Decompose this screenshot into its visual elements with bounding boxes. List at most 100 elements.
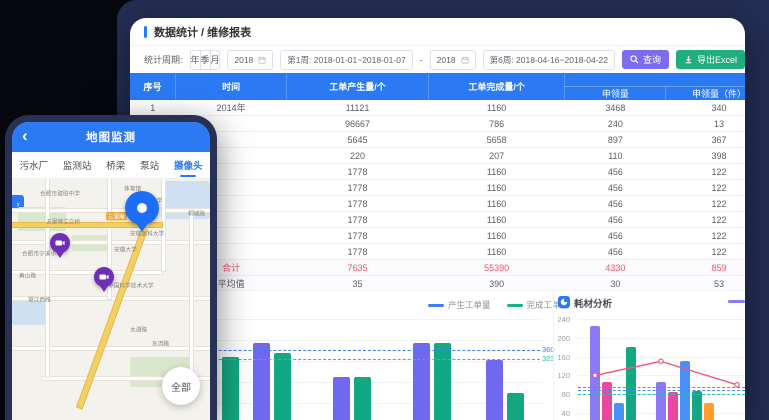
table-cell: 367	[666, 132, 745, 148]
table-cell: 1160	[428, 228, 565, 244]
table-cell: 456	[565, 244, 666, 260]
phone-tab-监测站[interactable]: 监测站	[63, 153, 92, 177]
y-axis-tick: 120	[548, 371, 570, 380]
table-row[interactable]: 5177811604561227967	[130, 164, 745, 180]
table-cell: 456	[565, 196, 666, 212]
table-row[interactable]: 7177811604561227967	[130, 196, 745, 212]
end-week-value: 第6周: 2018-04-16~2018-04-22	[490, 54, 608, 66]
start-week-input[interactable]: 第1周: 2018-01-01~2018-01-07	[280, 50, 412, 70]
table-cell: 1	[130, 100, 176, 116]
table-row[interactable]: 356455658897367124129	[130, 132, 745, 148]
map-label: 中国科学技术大学	[108, 281, 154, 290]
table-cell: 96667	[287, 116, 429, 132]
table-cell: 340	[666, 100, 745, 116]
table-row[interactable]: 9177811604561227967	[130, 228, 745, 244]
phone-tab-bar: 污水厂监测站桥梁泵站摄像头	[12, 152, 210, 179]
total-cell: 55390	[428, 260, 565, 276]
table-row[interactable]: 42202071103989019	[130, 148, 745, 164]
start-year-input[interactable]: 2018	[227, 50, 273, 70]
column-header[interactable]: 工单产生量/个	[287, 73, 429, 100]
period-option[interactable]: 月	[211, 51, 221, 69]
pin-tail	[136, 223, 148, 232]
period-option[interactable]: 季	[201, 51, 211, 69]
table-cell: 122	[666, 196, 745, 212]
table-row[interactable]: 12014年111211160346834070250	[130, 100, 745, 116]
report-table-grid: 序号时间工单产生量/个工单完成量/个耗材情况申领量申领量（件）报废量金额1201…	[130, 73, 745, 292]
table-cell: 122	[666, 228, 745, 244]
start-week-value: 第1周: 2018-01-01~2018-01-07	[287, 54, 405, 66]
search-button[interactable]: 查询	[622, 50, 669, 69]
group-header: 耗材情况	[565, 73, 745, 87]
show-all-button[interactable]: 全部	[162, 367, 200, 405]
consumables-chart: 2402001601208040	[130, 291, 745, 420]
phone-page-title: 地图监测	[86, 129, 136, 145]
sub-column-header[interactable]: 申领量	[565, 87, 666, 101]
export-button-label: 导出Excel	[697, 53, 737, 66]
table-cell: 240	[565, 116, 666, 132]
table-cell: 1160	[428, 244, 565, 260]
export-excel-button[interactable]: 导出Excel	[676, 50, 745, 69]
map-label: 三里庵	[106, 212, 127, 221]
table-cell: 456	[565, 228, 666, 244]
table-row[interactable]: 6177811604561227967	[130, 180, 745, 196]
period-option[interactable]: 年	[191, 51, 201, 69]
end-year-value: 2018	[437, 55, 456, 65]
camera-marker[interactable]	[50, 233, 70, 258]
table-cell: 1160	[428, 180, 565, 196]
table-cell: 220	[287, 148, 429, 164]
phone-tab-泵站[interactable]: 泵站	[140, 153, 159, 177]
table-cell: 2014年	[176, 100, 287, 116]
selected-location-pin[interactable]	[125, 191, 159, 225]
map-label: 桐城路	[188, 209, 205, 218]
table-cell: 456	[565, 212, 666, 228]
back-icon[interactable]: ‹	[22, 126, 28, 146]
period-segment: 年季月周日	[190, 50, 221, 70]
table-cell: 5645	[287, 132, 429, 148]
table-cell: 1778	[287, 244, 429, 260]
map-label: 东流路	[152, 339, 169, 348]
end-week-input[interactable]: 第6周: 2018-04-16~2018-04-22	[483, 50, 615, 70]
camera-marker[interactable]	[94, 267, 114, 292]
phone-screen: ‹ 地图监测 污水厂监测站桥梁泵站摄像头 › 全部 合肥市琥珀中学体育馆安徽农业…	[12, 122, 210, 420]
map-road	[190, 209, 193, 377]
column-header[interactable]: 工单完成量/个	[428, 73, 565, 100]
column-header[interactable]: 序号	[130, 73, 176, 100]
map-view[interactable]: › 全部 合肥市琥珀中学体育馆安徽农业大学桐城路五里墩立交桥三里庵安徽医科大学合…	[12, 179, 210, 420]
period-label: 统计周期:	[144, 53, 183, 66]
table-cell: 1160	[428, 212, 565, 228]
sub-column-header[interactable]: 申领量（件）	[666, 87, 745, 101]
table-cell: 456	[565, 180, 666, 196]
camera-icon	[99, 273, 109, 281]
table-cell: 456	[565, 164, 666, 180]
charts-section: 产生工单量完成工单量 360323 耗材分析 2402001601208040	[130, 290, 745, 420]
y-axis-tick: 160	[548, 353, 570, 362]
table-cell: 1778	[287, 180, 429, 196]
breadcrumb-accent-bar	[144, 26, 147, 38]
table-cell: 13	[666, 116, 745, 132]
table-cell: 122	[666, 244, 745, 260]
table-row[interactable]: 10177811604561227967	[130, 244, 745, 260]
pin-dot	[137, 203, 147, 213]
phone-app-header: ‹ 地图监测	[12, 122, 210, 152]
start-year-value: 2018	[234, 55, 253, 65]
column-header[interactable]: 时间	[176, 73, 287, 100]
phone-tab-污水厂[interactable]: 污水厂	[19, 153, 48, 177]
table-cell: 207	[428, 148, 565, 164]
table-row[interactable]: 296667786240137690	[130, 116, 745, 132]
breadcrumb: 数据统计 / 维修报表	[154, 24, 251, 40]
calendar-icon	[258, 56, 266, 64]
breadcrumb-row: 数据统计 / 维修报表	[130, 18, 745, 46]
total-row: 合计763555390433085934933	[130, 260, 745, 276]
table-cell: 3468	[565, 100, 666, 116]
phone-tab-摄像头[interactable]: 摄像头	[174, 153, 203, 177]
map-label: 安徽大学	[114, 245, 137, 254]
table-row[interactable]: 8177811604561227967	[130, 212, 745, 228]
total-cell: 859	[666, 260, 745, 276]
table-cell: 1160	[428, 164, 565, 180]
end-year-input[interactable]: 2018	[430, 50, 476, 70]
table-cell: 897	[565, 132, 666, 148]
phone-tab-桥梁[interactable]: 桥梁	[106, 153, 125, 177]
y-axis-tick: 80	[548, 390, 570, 399]
map-label: 望江西路	[28, 295, 51, 304]
table-cell: 5658	[428, 132, 565, 148]
